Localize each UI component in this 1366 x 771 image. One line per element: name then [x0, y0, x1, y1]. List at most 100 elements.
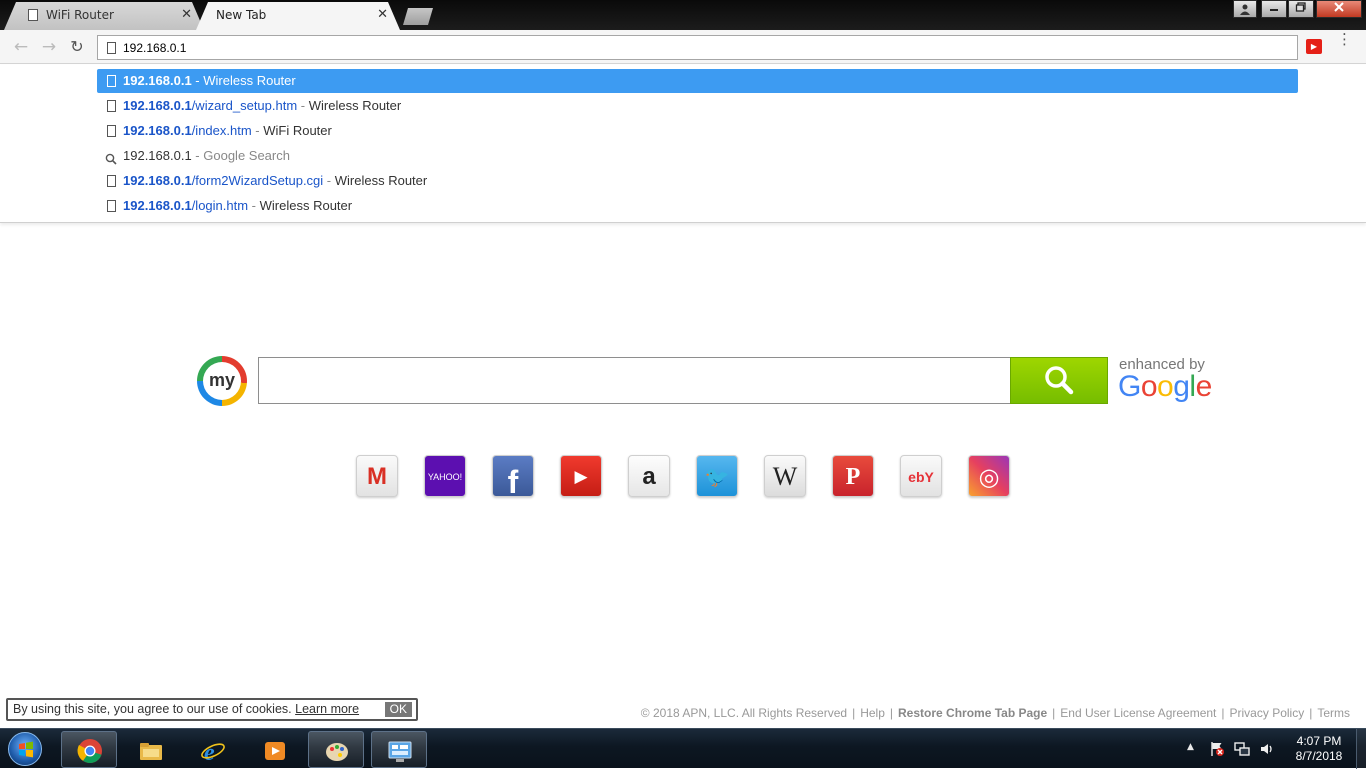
google-logo: Google — [1118, 370, 1212, 404]
restore-icon[interactable] — [1288, 0, 1314, 18]
user-icon[interactable] — [1233, 0, 1257, 18]
quick-link-gmail[interactable]: M — [356, 455, 398, 497]
suggestion-item[interactable]: 192.168.0.1/form2WizardSetup.cgi - Wirel… — [97, 169, 1298, 193]
search-input[interactable] — [259, 358, 1010, 403]
facebook-icon: f — [507, 464, 519, 497]
reload-icon[interactable]: ↻ — [66, 36, 88, 58]
taskbar: e ▲ 4:07 PM 8/7/2018 — [0, 728, 1366, 769]
browser-toolbar: ← → ↻ ▶ ⋮ — [0, 30, 1366, 64]
tab-new-tab[interactable]: New Tab ✕ — [196, 2, 400, 30]
quick-link-wikipedia[interactable]: W — [764, 455, 806, 497]
tab-strip: WiFi Router ✕ New Tab ✕ — [0, 0, 1366, 30]
help-link[interactable]: Help — [860, 706, 885, 720]
taskbar-chrome[interactable] — [61, 731, 117, 768]
youtube-extension-icon[interactable]: ▶ — [1306, 39, 1322, 54]
google-letter: e — [1195, 370, 1213, 403]
copyright: © 2018 APN, LLC. All Rights Reserved — [640, 706, 848, 720]
search-icon — [105, 149, 117, 165]
google-letter: G — [1118, 370, 1141, 403]
chrome-icon — [77, 739, 102, 764]
clock-date: 8/7/2018 — [1295, 749, 1343, 763]
internet-explorer-icon: e — [201, 740, 225, 764]
tab-close-icon[interactable]: ✕ — [181, 2, 192, 28]
tab-title: New Tab — [216, 8, 267, 22]
quick-link-twitter[interactable]: 🐦 — [696, 455, 738, 497]
yahoo-icon: YAHOO! — [427, 472, 463, 482]
suggestion-item[interactable]: 192.168.0.1 - Wireless Router — [97, 69, 1298, 93]
control-panel-icon — [388, 741, 412, 762]
page-icon — [107, 42, 116, 54]
search-button[interactable] — [1010, 357, 1108, 404]
google-letter: o — [1157, 370, 1174, 403]
back-icon[interactable]: ← — [10, 36, 32, 58]
page-icon — [107, 125, 116, 137]
eula-link[interactable]: End User License Agreement — [1060, 706, 1216, 720]
footer: © 2018 APN, LLC. All Rights Reserved | Hel… — [640, 706, 1350, 720]
minimize-icon[interactable] — [1261, 0, 1287, 18]
cookie-ok-button[interactable]: OK — [384, 702, 412, 717]
svg-text:e: e — [204, 740, 215, 764]
taskbar-explorer[interactable] — [122, 731, 178, 768]
quick-link-yahoo[interactable]: YAHOO! — [424, 455, 466, 497]
google-letter: o — [1140, 370, 1158, 403]
tab-wifi-router[interactable]: WiFi Router ✕ — [4, 2, 204, 30]
instagram-icon: ◎ — [978, 463, 1000, 491]
search-icon — [1045, 366, 1074, 395]
forward-icon[interactable]: → — [38, 36, 60, 58]
quick-link-instagram[interactable]: ◎ — [968, 455, 1010, 497]
menu-icon[interactable]: ⋮ — [1337, 32, 1352, 47]
gmail-icon: M — [367, 463, 387, 490]
paint-icon — [326, 743, 348, 761]
taskbar-media[interactable] — [246, 731, 302, 768]
tab-close-icon[interactable]: ✕ — [377, 2, 388, 28]
file-explorer-icon — [140, 743, 162, 760]
address-input[interactable] — [123, 39, 1293, 57]
page-icon — [28, 9, 38, 21]
wikipedia-icon: W — [772, 462, 798, 491]
system-clock[interactable]: 4:07 PM 8/7/2018 — [1284, 734, 1354, 764]
search-box[interactable] — [258, 357, 1011, 404]
tray-overflow-icon[interactable]: ▲ — [1187, 742, 1194, 752]
suggestion-item-search[interactable]: 192.168.0.1 - Google Search — [97, 144, 1298, 168]
taskbar-paint[interactable] — [308, 731, 364, 768]
volume-icon[interactable] — [1259, 741, 1275, 760]
suggestion-item[interactable]: 192.168.0.1/wizard_setup.htm - Wireless … — [97, 94, 1298, 118]
page-icon — [107, 75, 116, 87]
taskbar-control-panel[interactable] — [371, 731, 427, 768]
twitter-icon: 🐦 — [704, 465, 730, 489]
privacy-link[interactable]: Privacy Policy — [1230, 706, 1305, 720]
suggestion-item[interactable]: 192.168.0.1/index.htm - WiFi Router — [97, 119, 1298, 143]
restore-tab-link[interactable]: Restore Chrome Tab Page — [898, 706, 1047, 720]
my-logo: my — [197, 356, 247, 406]
terms-link[interactable]: Terms — [1317, 706, 1350, 720]
quick-link-ebay[interactable]: ebY — [900, 455, 942, 497]
quick-link-amazon[interactable]: a — [628, 455, 670, 497]
media-player-icon — [265, 742, 285, 760]
taskbar-ie[interactable]: e — [184, 731, 240, 768]
suggestion-item[interactable]: 192.168.0.1/login.htm - Wireless Router — [97, 194, 1298, 218]
learn-more-link[interactable]: Learn more — [295, 702, 359, 716]
close-icon[interactable] — [1316, 0, 1362, 18]
show-desktop-button[interactable] — [1356, 729, 1366, 769]
omnibox-suggestions: 192.168.0.1 - Wireless Router 192.168.0.… — [0, 65, 1366, 223]
quick-link-pinterest[interactable]: P — [832, 455, 874, 497]
network-icon[interactable] — [1234, 741, 1250, 760]
clock-time: 4:07 PM — [1296, 734, 1342, 748]
youtube-icon: ▶ — [574, 467, 588, 487]
quick-link-youtube[interactable]: ▶ — [560, 455, 602, 497]
google-letter: g — [1173, 370, 1190, 403]
ebay-icon: ebY — [908, 469, 934, 485]
page-icon — [107, 200, 116, 212]
page-icon — [107, 100, 116, 112]
pinterest-icon: P — [845, 464, 861, 490]
amazon-icon: a — [642, 463, 656, 490]
quick-link-facebook[interactable]: f — [492, 455, 534, 497]
start-button[interactable] — [3, 730, 47, 768]
address-bar[interactable] — [97, 35, 1298, 60]
page-icon — [107, 175, 116, 187]
action-center-icon[interactable] — [1209, 741, 1225, 760]
cookie-text: By using this site, you agree to our use… — [13, 702, 292, 716]
windows-icon — [8, 732, 42, 766]
new-tab-button[interactable] — [403, 8, 433, 25]
tab-title: WiFi Router — [46, 8, 114, 22]
